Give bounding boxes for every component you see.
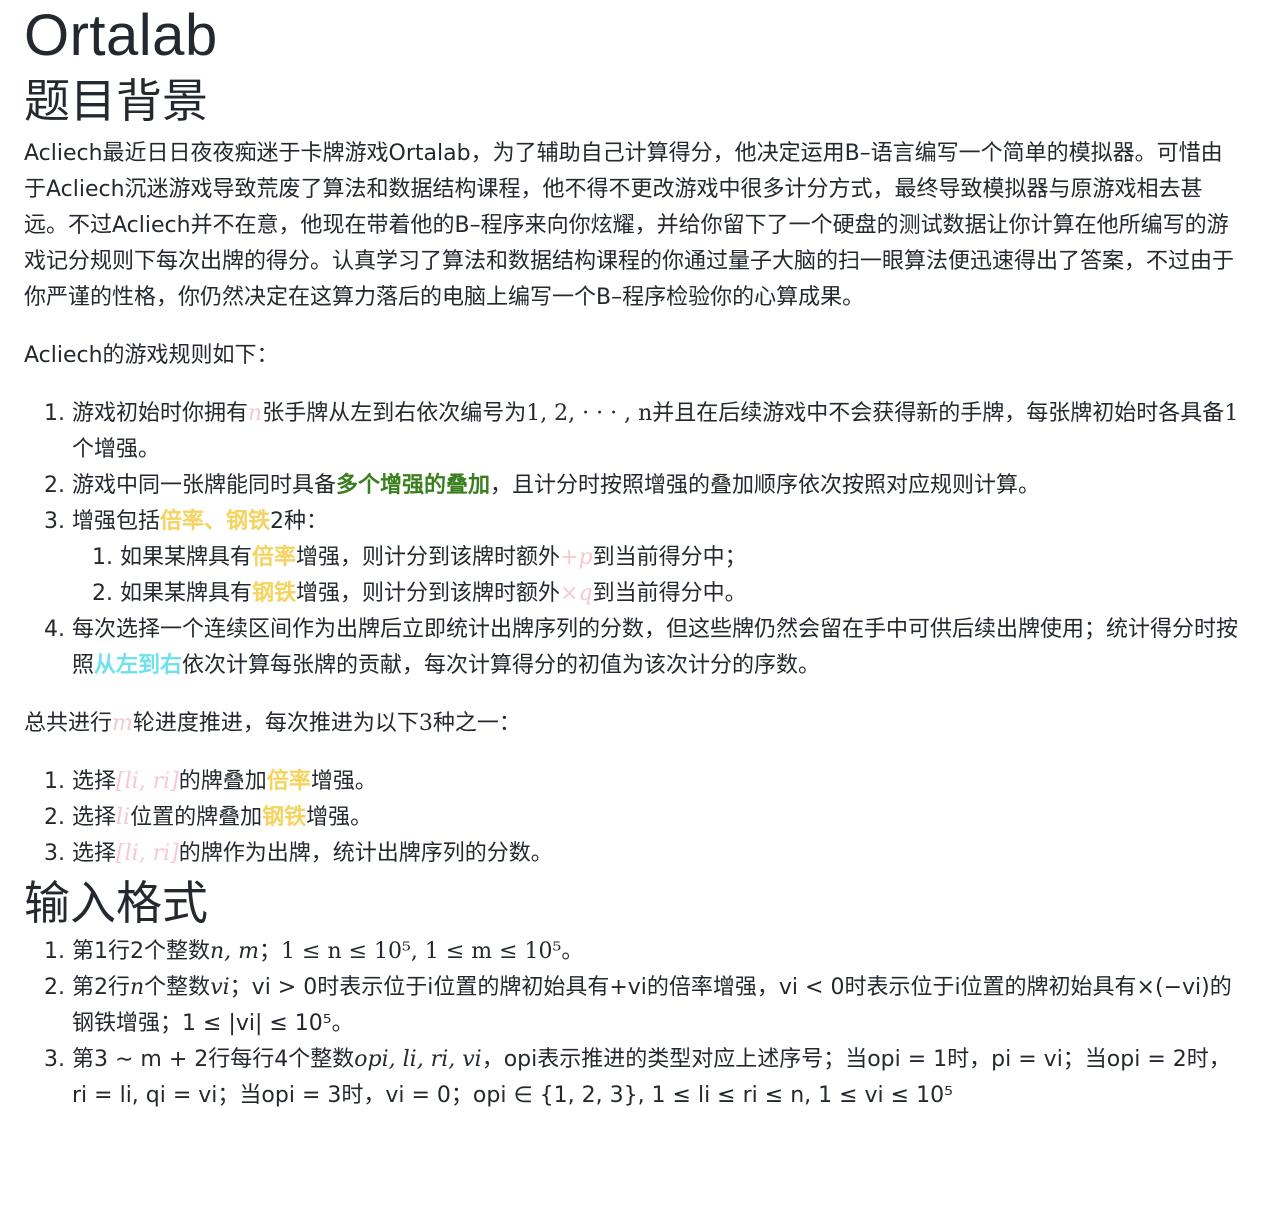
rule-text: 到当前得分中； [592,545,747,570]
math-n: n [130,975,145,1000]
math-m: m [112,711,133,736]
op-text: 选择 [72,769,117,794]
page-title: Ortalab [24,3,218,68]
math-constraints: 1 ≤ n ≤ 10⁵, 1 ≤ m ≤ 10⁵ [281,939,562,964]
enhancement-list: 如果某牌具有倍率增强，则计分到该牌时额外+p到当前得分中； 如果某牌具有钢铁增强… [72,540,1242,612]
enhancement-item: 如果某牌具有倍率增强，则计分到该牌时额外+p到当前得分中； [120,540,1242,576]
math-n: n [248,401,263,426]
input-text: ； [229,975,252,1000]
op-text: 位置的牌叠加 [130,805,263,830]
rule-item: 增强包括倍率、钢铁2种： 如果某牌具有倍率增强，则计分到该牌时额外+p到当前得分… [72,504,1242,612]
math-range: [li, ri] [116,769,179,794]
rule-item: 游戏中同一张牌能同时具备多个增强的叠加，且计分时按照增强的叠加顺序依次按照对应规… [72,468,1242,504]
math-plus-p: +p [560,545,593,570]
problem-statement: Ortalab 题目背景 Acliech最近日日夜夜痴迷于卡牌游戏Ortalab… [0,0,1266,1114]
progress-text: 轮进度推进，每次推进为以下 [132,711,419,736]
math-vars: n, m [210,939,260,964]
highlight-text: 钢铁 [262,805,307,830]
math-sequence: 1, 2, · · · , n [526,401,653,426]
input-item: 第3 ∼ m + 2行每行4个整数opi, li, ri, vi，opi表示推进… [72,1042,1242,1114]
input-text: 第3 ∼ m + 2行每行4个整数 [72,1047,355,1072]
progress-intro: 总共进行m轮进度推进，每次推进为以下3种之一： [24,706,1242,742]
rule-text: 游戏中同一张牌能同时具备 [72,473,337,498]
op-text: 选择 [72,805,117,830]
operation-item: 选择[li, ri]的牌作为出牌，统计出牌序列的分数。 [72,836,1242,872]
rule-text: 游戏初始时你拥有 [72,401,249,426]
rule-text: 个增强。 [72,437,161,462]
input-text: 第1行2个整数 [72,939,210,964]
op-text: 增强。 [306,805,373,830]
highlight-text: 倍率 [252,545,297,570]
enhancement-item: 如果某牌具有钢铁增强，则计分到该牌时额外×q到当前得分中。 [120,576,1242,612]
op-text: 的牌叠加 [178,769,267,794]
op-text: 选择 [72,841,117,866]
rule-text: 依次计算每张牌的贡献，每次计算得分的初值为该次计分的序数。 [182,653,821,678]
progress-text: 总共进行 [24,711,113,736]
rule-text: 如果某牌具有 [120,581,253,606]
rules-intro: Acliech的游戏规则如下： [24,343,279,368]
rule-text: 增强，则计分到该牌时额外 [296,581,561,606]
input-heading: 输入格式 [24,876,208,930]
input-text: 个整数 [144,975,211,1000]
highlight-text: 倍率 [266,769,311,794]
input-item: 第2行n个整数vi；vi > 0时表示位于i位置的牌初始具有+vi的倍率增强，v… [72,970,1242,1042]
rule-text: 增强，则计分到该牌时额外 [296,545,561,570]
rule-item: 游戏初始时你拥有n张手牌从左到右依次编号为1, 2, · · · , n并且在后… [72,396,1242,468]
math-vars: opi, li, ri, vi [354,1047,482,1072]
math-position: li [116,805,131,830]
rules-list: 游戏初始时你拥有n张手牌从左到右依次编号为1, 2, · · · , n并且在后… [24,396,1242,684]
background-heading: 题目背景 [24,74,208,128]
rule-text: 增强包括 [72,509,161,534]
op-text: 的牌作为出牌，统计出牌序列的分数。 [178,841,553,866]
rule-text: 到当前得分中。 [592,581,747,606]
highlight-text: 从左到右 [94,653,183,678]
background-paragraph: Acliech最近日日夜夜痴迷于卡牌游戏Ortalab，为了辅助自己计算得分，他… [24,141,1235,310]
rule-text: 如果某牌具有 [120,545,253,570]
operation-item: 选择li位置的牌叠加钢铁增强。 [72,800,1242,836]
math-v: vi [210,975,230,1000]
highlight-text: 多个增强的叠加 [336,473,491,498]
rule-item: 每次选择一个连续区间作为出牌后立即统计出牌序列的分数，但这些牌仍然会留在手中可供… [72,612,1242,684]
math-range: [li, ri] [116,841,179,866]
rule-text: 张手牌从左到右依次编号为 [262,401,527,426]
rule-text: 并且在后续游戏中不会获得新的手牌，每张牌初始时各具备 [652,401,1225,426]
input-text: 第2行 [72,975,130,1000]
rule-text: ，且计分时按照增强的叠加顺序依次按照对应规则计算。 [490,473,1041,498]
highlight-text: 钢铁 [252,581,297,606]
input-text: ； [259,939,282,964]
op-text: 增强。 [310,769,377,794]
rule-text: 2种： [270,509,329,534]
highlight-text: 倍率、钢铁 [160,509,271,534]
progress-text: 种之一： [432,711,521,736]
math-times-q: ×q [560,581,593,606]
input-text: 。 [561,939,584,964]
operations-list: 选择[li, ri]的牌叠加倍率增强。 选择li位置的牌叠加钢铁增强。 选择[l… [24,764,1242,872]
operation-item: 选择[li, ri]的牌叠加倍率增强。 [72,764,1242,800]
math-three: 3 [418,711,433,736]
input-item: 第1行2个整数n, m；1 ≤ n ≤ 10⁵, 1 ≤ m ≤ 10⁵。 [72,934,1242,970]
math-one: 1 [1224,401,1239,426]
input-list: 第1行2个整数n, m；1 ≤ n ≤ 10⁵, 1 ≤ m ≤ 10⁵。 第2… [24,934,1242,1114]
